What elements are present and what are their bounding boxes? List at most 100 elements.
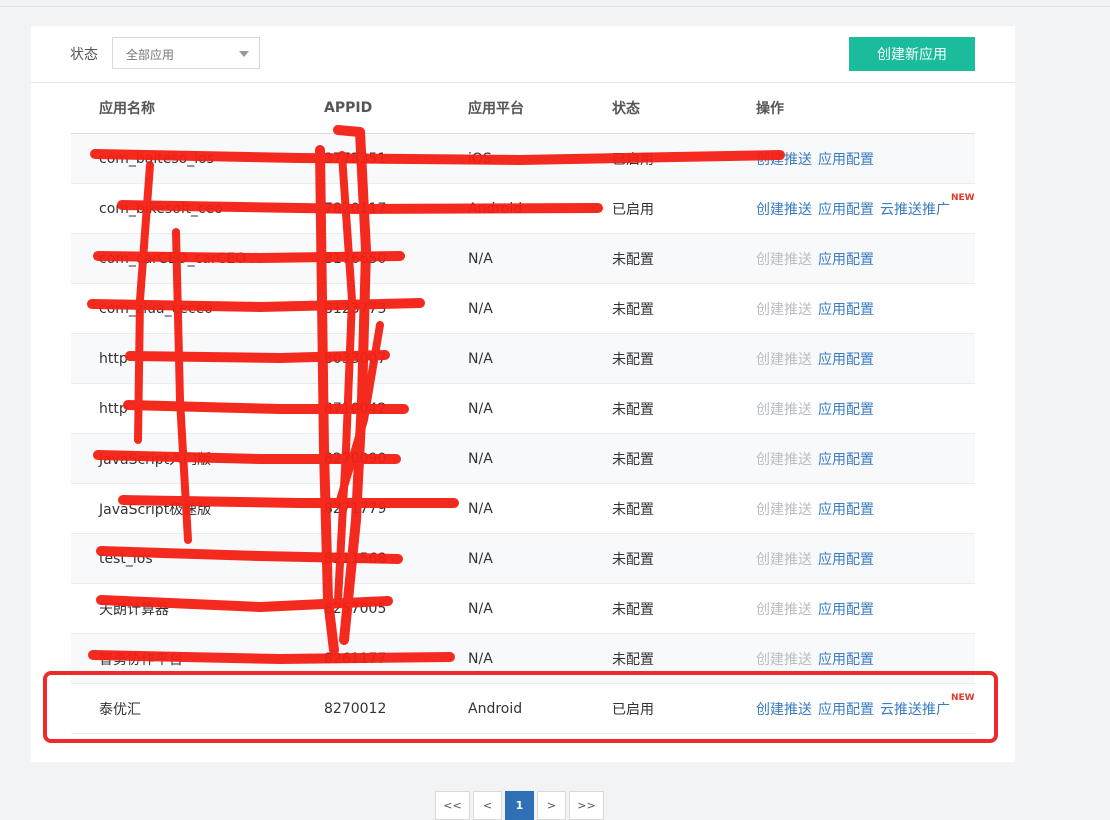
create-push-link[interactable]: 创建推送 [756, 702, 812, 718]
status-cell: 未配置 [584, 633, 728, 684]
create-push-link: 创建推送 [756, 651, 812, 668]
table-row: test_ios 8211568 N/A 未配置 创建推送 应用配置 [71, 533, 975, 584]
platform-cell: N/A [440, 383, 584, 434]
status-filter-select[interactable]: 全部应用 [112, 37, 260, 69]
app-config-link[interactable]: 应用配置 [818, 452, 874, 468]
cloud-push-promo-link[interactable]: 云推送推广 [880, 202, 950, 218]
create-push-link: 创建推送 [756, 351, 812, 368]
actions-cell: 创建推送 应用配置 [728, 283, 975, 334]
appid-cell: 8123773 [296, 283, 440, 334]
table-row: JavaScript入门版 8270090 N/A 未配置 创建推送 应用配置 [71, 433, 975, 484]
app-config-link[interactable]: 应用配置 [818, 602, 874, 618]
actions-cell: 创建推送 应用配置 [728, 633, 975, 684]
page-prev-button[interactable]: < [473, 791, 502, 820]
status-cell: 已启用 [584, 183, 728, 234]
status-cell: 未配置 [584, 433, 728, 484]
actions-cell: 创建推送 应用配置 [728, 383, 975, 434]
app-config-link[interactable]: 应用配置 [818, 552, 874, 568]
app-config-link[interactable]: 应用配置 [818, 302, 874, 318]
platform-cell: iOS [440, 133, 584, 184]
status-cell: 未配置 [584, 583, 728, 634]
status-cell: 已启用 [584, 133, 728, 184]
table-row: JavaScript极速版 8271779 N/A 未配置 创建推送 应用配置 [71, 483, 975, 534]
create-push-link: 创建推送 [756, 251, 812, 268]
actions-cell: 创建推送 应用配置 [728, 133, 975, 184]
platform-cell: N/A [440, 433, 584, 484]
table-row: http 8710042 N/A 未配置 创建推送 应用配置 [71, 383, 975, 434]
status-cell: 未配置 [584, 233, 728, 284]
create-push-link[interactable]: 创建推送 [756, 202, 812, 218]
column-header-appid: APPID [296, 83, 440, 134]
appid-cell: 8257005 [296, 583, 440, 634]
app-name-cell[interactable]: http [71, 333, 296, 384]
create-push-link[interactable]: 创建推送 [756, 152, 812, 168]
actions-cell: 创建推送 应用配置 [728, 233, 975, 284]
column-header-actions: 操作 [728, 83, 975, 134]
actions-cell: 创建推送 应用配置 [728, 333, 975, 384]
column-header-platform: 应用平台 [440, 83, 584, 134]
column-header-name: 应用名称 [71, 83, 296, 134]
table-row: com_bikesoft_ceo 7820117 Android 已启用 创建推送 应用配… [71, 183, 975, 234]
status-cell: 未配置 [584, 283, 728, 334]
page-first-button[interactable]: << [435, 791, 470, 820]
table-row: com_ziua_ceceo 8123773 N/A 未配置 创建推送 应用配置 [71, 283, 975, 334]
appid-cell: 3773351 [296, 133, 440, 184]
app-name-cell[interactable]: com_ziua_ceceo [71, 283, 296, 334]
platform-cell: N/A [440, 233, 584, 284]
page-last-button[interactable]: >> [569, 791, 604, 820]
app-config-link[interactable]: 应用配置 [818, 152, 874, 168]
create-push-link: 创建推送 [756, 451, 812, 468]
page-next-button[interactable]: > [537, 791, 566, 820]
create-push-link: 创建推送 [756, 401, 812, 418]
create-push-link: 创建推送 [756, 551, 812, 568]
create-push-link: 创建推送 [756, 601, 812, 618]
actions-cell: 创建推送 应用配置 云推送推广NEW [728, 183, 975, 234]
top-divider [0, 0, 1110, 7]
app-name-cell[interactable]: test_ios [71, 533, 296, 584]
table-row: com_carCEO_carCEO 8176650 N/A 未配置 创建推送 应用配置 [71, 233, 975, 284]
app-name-cell[interactable]: com_bikesoft_ceo [71, 183, 296, 234]
app-config-link[interactable]: 应用配置 [818, 352, 874, 368]
appid-cell: 8710042 [296, 383, 440, 434]
cloud-push-promo-link[interactable]: 云推送推广 [880, 702, 950, 718]
table-row: 泰优汇 8270012 Android 已启用 创建推送 应用配置 云推送推广NEW [71, 683, 975, 734]
app-name-cell[interactable]: http [71, 383, 296, 434]
status-cell: 未配置 [584, 483, 728, 534]
app-name-cell[interactable]: 智勇协作平台 [71, 633, 296, 684]
app-name-cell[interactable]: JavaScript入门版 [71, 433, 296, 484]
appid-cell: 8261177 [296, 633, 440, 684]
app-config-link[interactable]: 应用配置 [818, 652, 874, 668]
app-name-cell[interactable]: com_baiteso_ios [71, 133, 296, 184]
table-row: 智勇协作平台 8261177 N/A 未配置 创建推送 应用配置 [71, 633, 975, 684]
platform-cell: N/A [440, 283, 584, 334]
app-config-link[interactable]: 应用配置 [818, 252, 874, 268]
appid-cell: 8270012 [296, 683, 440, 734]
app-config-link[interactable]: 应用配置 [818, 702, 874, 718]
platform-cell: N/A [440, 483, 584, 534]
page-1-button[interactable]: 1 [505, 791, 534, 820]
platform-cell: Android [440, 683, 584, 734]
platform-cell: N/A [440, 583, 584, 634]
platform-cell: Android [440, 183, 584, 234]
appid-cell: 8271779 [296, 483, 440, 534]
app-name-cell[interactable]: JavaScript极速版 [71, 483, 296, 534]
app-config-link[interactable]: 应用配置 [818, 502, 874, 518]
app-name-cell[interactable]: 天朗计算器 [71, 583, 296, 634]
new-badge: NEW [951, 192, 975, 203]
app-config-link[interactable]: 应用配置 [818, 202, 874, 218]
appid-cell: 8176650 [296, 233, 440, 284]
status-cell: 未配置 [584, 533, 728, 584]
table-row: 天朗计算器 8257005 N/A 未配置 创建推送 应用配置 [71, 583, 975, 634]
status-cell: 未配置 [584, 333, 728, 384]
status-filter-label: 状态 [70, 47, 98, 63]
actions-cell: 创建推送 应用配置 云推送推广NEW [728, 683, 975, 734]
actions-cell: 创建推送 应用配置 [728, 433, 975, 484]
app-name-cell[interactable]: 泰优汇 [71, 683, 296, 734]
app-list-panel: 状态 全部应用 创建新应用 应用名称 APPID 应用平台 状态 操作 com_… [31, 26, 1015, 762]
create-app-button[interactable]: 创建新应用 [849, 37, 975, 71]
table-row: http 8033007 N/A 未配置 创建推送 应用配置 [71, 333, 975, 384]
column-header-status: 状态 [584, 83, 728, 134]
app-name-cell[interactable]: com_carCEO_carCEO [71, 233, 296, 284]
actions-cell: 创建推送 应用配置 [728, 483, 975, 534]
app-config-link[interactable]: 应用配置 [818, 402, 874, 418]
